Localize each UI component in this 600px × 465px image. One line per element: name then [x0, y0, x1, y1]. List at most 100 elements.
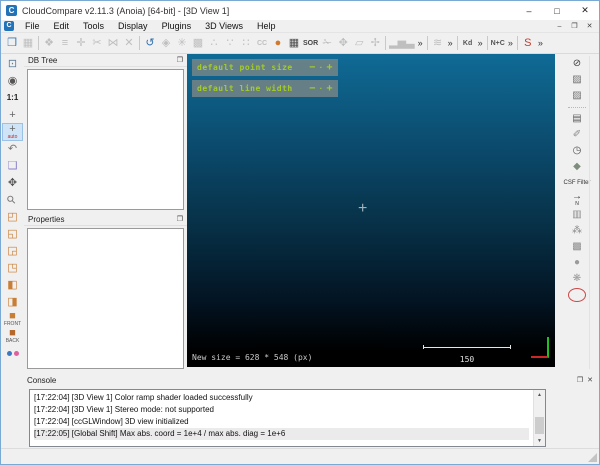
resample-icon: ∷	[238, 34, 254, 52]
child-restore-button[interactable]: ❐	[568, 22, 581, 30]
no-entry-icon[interactable]: ⊘	[568, 57, 586, 71]
view-right-icon[interactable]: ◳	[3, 260, 22, 276]
view-back-icon[interactable]: ◨	[3, 294, 22, 310]
db-tree-content[interactable]	[27, 69, 184, 210]
toolbar-extend-3[interactable]: »	[476, 38, 485, 48]
console-float-button[interactable]: ❐	[577, 377, 583, 384]
auto-pick-rotation-icon[interactable]: +auto	[3, 124, 22, 140]
toolbar-extend-4[interactable]: »	[506, 38, 515, 48]
zoom-1-1-icon[interactable]: 1:1	[3, 90, 22, 106]
console-line--17-22-04-3d-view-1-color-ramp-shader-loaded-successfully: [17:22:04] [3D View 1] Color ramp shader…	[34, 392, 529, 404]
s-curve-icon[interactable]: S	[520, 34, 536, 52]
stereo-dots-icon[interactable]	[3, 345, 22, 361]
menu-item-help[interactable]: Help	[250, 20, 283, 33]
translate-rotate-icon: ✥	[335, 34, 351, 52]
zoom-fit-icon[interactable]: +	[3, 107, 22, 123]
mdi-child-icon: C	[4, 21, 14, 31]
properties-dock: Properties ❐	[24, 213, 187, 372]
main-toolbar: ❒▦❖≡✛✂⋈✕↺◈✳▩∴∵∷CC●▦SOR✁✥▱✢▂▅▃»≋»Kd»N+C»S…	[1, 33, 599, 54]
point-size-overlay: default point size − · +	[192, 59, 338, 76]
fan-icon: ✢	[367, 34, 383, 52]
csf-filter-label[interactable]: CSF Filter	[568, 176, 586, 190]
line-width-increase-button[interactable]: +	[326, 83, 333, 94]
iso-back-icon[interactable]: ■BACK	[3, 328, 22, 344]
pan-icon[interactable]: ✥	[3, 175, 22, 191]
console-dock: Console ❐ ✕ [17:22:04] [3D View 1] Color…	[1, 373, 599, 449]
trowel-icon[interactable]: ✐	[568, 128, 586, 142]
menu-item-tools[interactable]: Tools	[76, 20, 111, 33]
properties-content[interactable]	[27, 228, 184, 369]
qpcv-icon[interactable]: ●	[270, 34, 286, 52]
shield-icon[interactable]: ◆	[568, 160, 586, 174]
iso-front-icon[interactable]: ■FRONT	[3, 311, 22, 327]
console-scrollbar[interactable]: ▲ ▼	[533, 390, 545, 446]
toolbar-extend-1[interactable]: »	[416, 38, 425, 48]
ransac-icon[interactable]: ❋	[568, 272, 586, 286]
db-tree-float-button[interactable]: ❐	[177, 57, 183, 64]
view-bottom-icon[interactable]: ◱	[3, 226, 22, 242]
pivot-visibility-icon[interactable]: ↶	[3, 141, 22, 157]
toolbar-extend-2[interactable]: »	[446, 38, 455, 48]
render-film-icon[interactable]: ▨	[568, 89, 586, 103]
toolbar-extend-5[interactable]: »	[536, 38, 545, 48]
scroll-up-icon[interactable]: ▲	[534, 390, 545, 400]
fullscreen-3d-icon[interactable]: ⊡	[3, 56, 22, 72]
checkerboard-icon[interactable]: ▦	[286, 34, 302, 52]
view-front-icon[interactable]: ◧	[3, 277, 22, 293]
viewport-center-cross: +	[358, 200, 367, 218]
view-left-icon[interactable]: ◲	[3, 243, 22, 259]
toolbar-separator	[38, 36, 39, 50]
axis-indicator-icon	[531, 337, 549, 358]
child-minimize-button[interactable]: –	[553, 23, 566, 30]
perspective-cube-icon[interactable]: ❑	[3, 158, 22, 174]
sor-filter-icon[interactable]: SOR	[302, 34, 319, 52]
animation-clapper-icon[interactable]: ▤	[568, 112, 586, 126]
console-close-button[interactable]: ✕	[587, 377, 593, 384]
screenshot-camera-icon[interactable]: ◉	[3, 73, 22, 89]
minimize-button[interactable]: –	[515, 1, 543, 20]
hpr-icon[interactable]: ▥	[568, 208, 586, 222]
menu-item-display[interactable]: Display	[111, 20, 155, 33]
point-size-increase-button[interactable]: +	[326, 62, 333, 73]
pick-rotation-center-icon[interactable]: ↺	[142, 34, 158, 52]
magnifier-icon[interactable]: ⚲	[3, 192, 22, 208]
menu-item-3d-views[interactable]: 3D Views	[198, 20, 250, 33]
segment-icon: ✂	[89, 34, 105, 52]
properties-float-button[interactable]: ❐	[177, 216, 183, 223]
maximize-button[interactable]: □	[543, 1, 571, 20]
toolbar-separator	[427, 36, 428, 50]
point-size-decrease-button[interactable]: −	[309, 62, 316, 73]
kd-tree-icon[interactable]: Kd	[460, 34, 476, 52]
poisson-blob-icon[interactable]: ●	[568, 256, 586, 270]
menu-item-plugins[interactable]: Plugins	[155, 20, 199, 33]
toolbar-separator	[487, 36, 488, 50]
crop-icon: ✁	[319, 34, 335, 52]
n-plus-c-icon[interactable]: N+C	[490, 34, 506, 52]
m3c2-icon[interactable]: ⁂	[568, 224, 586, 238]
scrollbar-thumb[interactable]	[535, 417, 544, 434]
noise-filter-icon: ∵	[222, 34, 238, 52]
delete-icon: ✕	[121, 34, 137, 52]
menu-item-edit[interactable]: Edit	[47, 20, 77, 33]
resize-grip[interactable]	[588, 453, 597, 462]
voxel-grid-icon: ▩	[190, 34, 206, 52]
status-bar	[1, 448, 599, 464]
console-line--17-22-05-global-shift-max-abs-coord-1e+4-max-abs-diag-1e+6: [17:22:05] [Global Shift] Max abs. coord…	[34, 428, 529, 440]
render-image-icon[interactable]: ▨	[568, 73, 586, 87]
view-top-icon[interactable]: ◰	[3, 209, 22, 225]
ellipse-outline-icon[interactable]	[568, 288, 586, 302]
scale-bar-label: 150	[423, 355, 511, 364]
close-button[interactable]: ✕	[571, 1, 599, 20]
point-size-dot: ·	[319, 64, 324, 72]
child-close-button[interactable]: ✕	[583, 22, 596, 30]
compass-icon[interactable]: ◷	[568, 144, 586, 158]
plugins-toolbar: ⊘ ▨ ▨ ▤ ✐ ◷ ◆ CSF Filter →N ▥ ⁂ ▩ ● ❋	[555, 54, 599, 371]
scroll-down-icon[interactable]: ▼	[534, 436, 545, 446]
open-icon[interactable]: ❒	[4, 34, 20, 52]
line-width-decrease-button[interactable]: −	[309, 83, 316, 94]
line-width-label: default line width	[197, 84, 293, 93]
texture-image-icon[interactable]: ▩	[568, 240, 586, 254]
3d-view[interactable]: default point size − · + default line wi…	[187, 54, 557, 367]
menu-item-file[interactable]: File	[18, 20, 47, 33]
normals-arrow-icon[interactable]: →N	[568, 192, 586, 206]
